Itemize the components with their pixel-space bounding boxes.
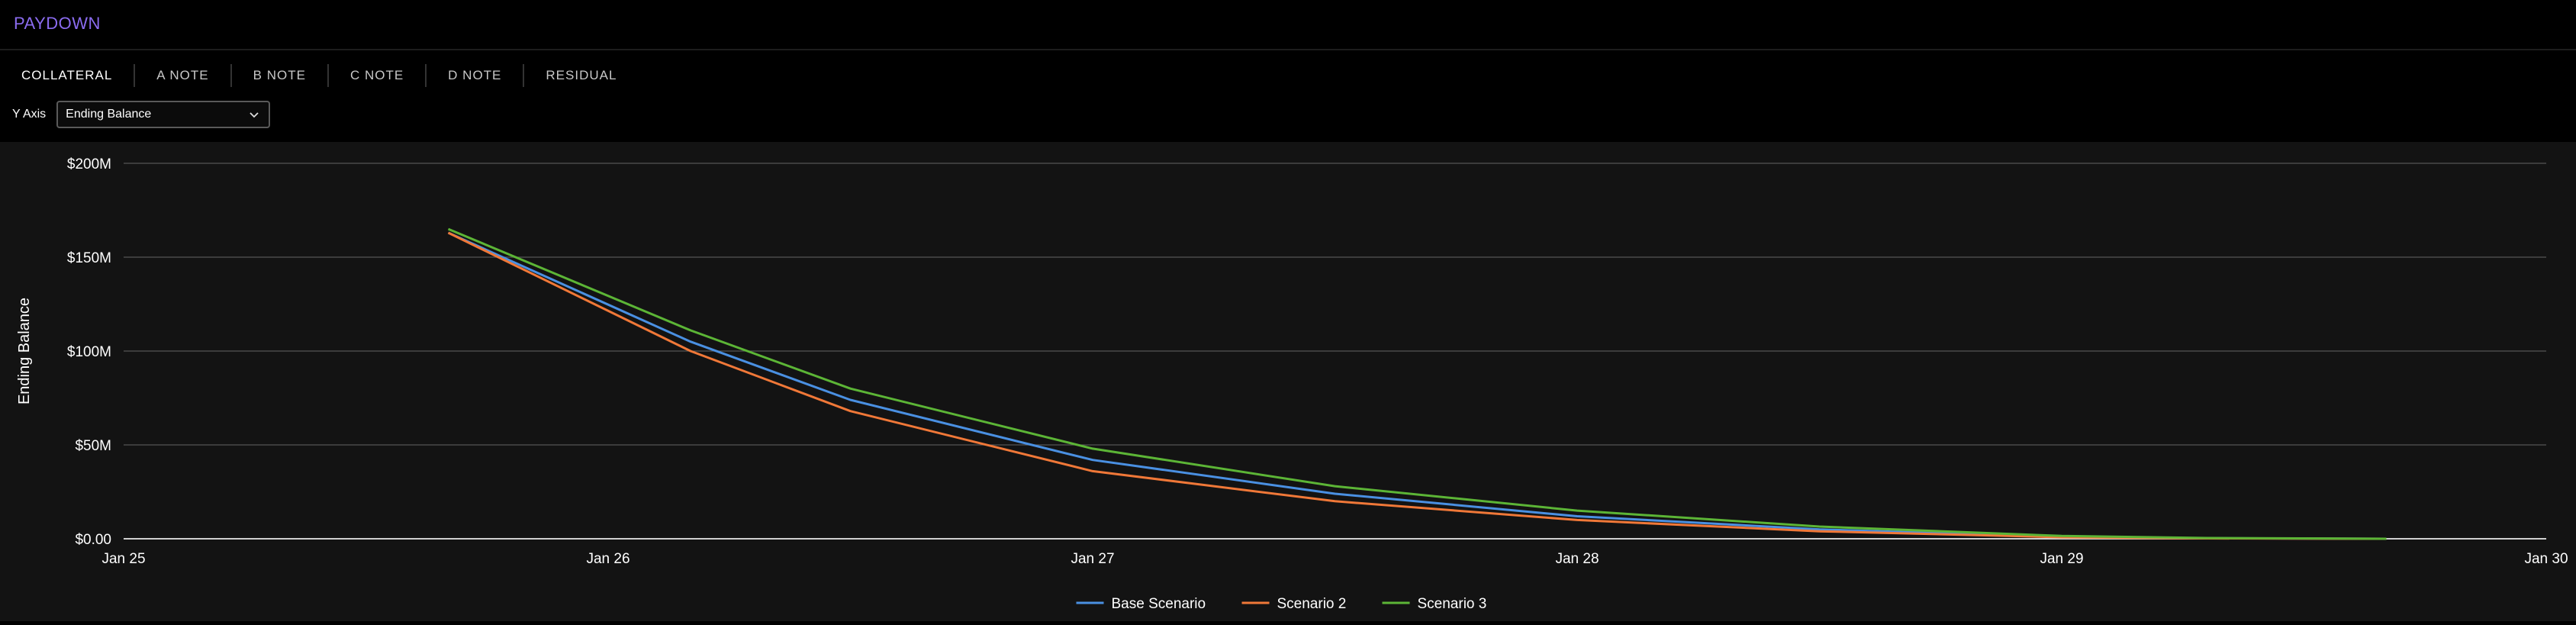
app-title: PAYDOWN [14, 14, 101, 33]
tab-collateral[interactable]: COLLATERAL [0, 64, 134, 87]
series-line [447, 231, 2387, 540]
series-line [447, 231, 2387, 540]
y-tick-label: $0.00 [75, 532, 111, 548]
x-tick-label: Jan 26 [586, 551, 630, 567]
y-tick-label: $100M [67, 344, 111, 360]
x-tick-label: Jan 30 [2524, 551, 2568, 567]
y-tick-label: $150M [67, 250, 111, 266]
tab-d-note[interactable]: D NOTE [425, 64, 523, 87]
series-line [447, 227, 2387, 540]
tab-a-note[interactable]: A NOTE [134, 64, 230, 87]
legend-item: Scenario 2 [1241, 596, 1347, 612]
tab-bar: COLLATERAL A NOTE B NOTE C NOTE D NOTE R… [0, 63, 638, 89]
y-axis-control: Y Axis Ending Balance [12, 101, 271, 128]
legend-label: Scenario 2 [1277, 596, 1347, 612]
y-axis-select[interactable]: Ending Balance [56, 101, 271, 128]
chart-series [447, 227, 2387, 540]
y-axis-select-value: Ending Balance [66, 108, 152, 121]
paydown-chart: $0.00$50M$100M$150M$200M Jan 25 Jan 26 Jan… [16, 156, 2568, 612]
chart-grid [124, 163, 2546, 540]
legend-item: Scenario 3 [1382, 596, 1487, 612]
x-tick-label: Jan 27 [1071, 551, 1114, 567]
y-axis-title: Ending Balance [16, 298, 33, 404]
x-tick-label: Jan 28 [1555, 551, 1599, 567]
tab-b-note[interactable]: B NOTE [230, 64, 327, 87]
y-axis-ticks: $0.00 $50M $100M $150M $200M [67, 156, 111, 548]
y-tick-label: $50M [75, 438, 111, 454]
legend-label: Scenario 3 [1418, 596, 1487, 612]
y-axis-control-label: Y Axis [12, 108, 47, 121]
x-tick-label: Jan 25 [101, 551, 145, 567]
y-tick-label: $200M [67, 156, 111, 172]
chart-legend: Base Scenario Scenario 2 Scenario 3 [1076, 596, 1487, 612]
legend-label: Base Scenario [1112, 596, 1206, 612]
app-header: PAYDOWN [0, 0, 2576, 50]
tab-c-note[interactable]: C NOTE [327, 64, 425, 87]
chart-container: $0.00 $50M $100M $150M $200M Jan 25 Jan 26 Jan… [0, 142, 2576, 621]
legend-item: Base Scenario [1076, 596, 1206, 612]
x-axis-ticks: Jan 25 Jan 26 Jan 27 Jan 28 Jan 29 Jan 30 [101, 551, 2568, 567]
tab-residual[interactable]: RESIDUAL [523, 64, 638, 87]
chevron-down-icon [250, 112, 259, 118]
x-tick-label: Jan 29 [2040, 551, 2083, 567]
